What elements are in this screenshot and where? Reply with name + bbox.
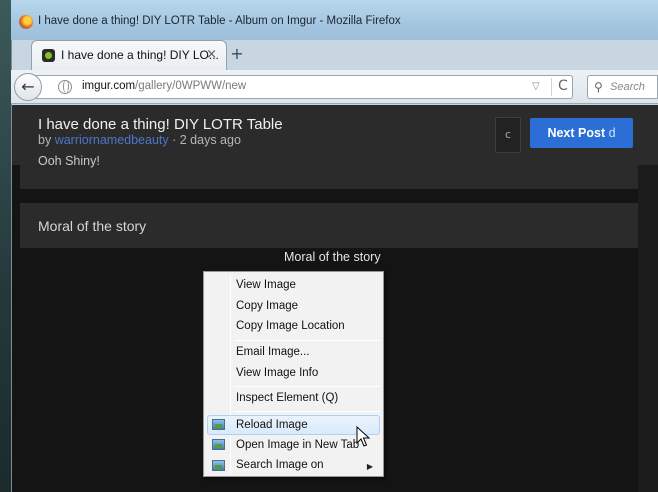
- menu-item-reload-image[interactable]: Reload Image: [236, 419, 308, 431]
- search-bar[interactable]: ⚲ Search: [587, 75, 658, 99]
- menu-item-open-image-new-tab[interactable]: Open Image in New Tab: [236, 439, 359, 451]
- image-icon: [212, 419, 225, 430]
- menu-item-inspect-element[interactable]: Inspect Element (Q): [236, 392, 338, 404]
- menu-item-view-image[interactable]: View Image: [236, 279, 296, 291]
- url-text[interactable]: imgur.com/gallery/0WPWW/new: [82, 80, 246, 92]
- url-host: imgur.com: [82, 80, 136, 92]
- post-title: I have done a thing! DIY LOTR Table: [38, 116, 283, 133]
- submenu-arrow-icon: ▶: [366, 462, 373, 471]
- url-path: /gallery/0WPWW/new: [135, 80, 247, 92]
- next-post-shortcut: d: [608, 126, 616, 140]
- imgur-favicon-icon: [42, 49, 55, 62]
- tab-imgur-album[interactable]: I have done a thing! DIY LO... ×: [31, 40, 227, 70]
- menu-icon-gutter: [230, 274, 231, 474]
- previous-description-block: [20, 165, 638, 189]
- previous-description-text: Ooh Shiny!: [38, 154, 100, 168]
- url-history-dropdown-icon[interactable]: ▽: [532, 81, 540, 92]
- image-icon: [212, 439, 225, 450]
- page-right-margin: [638, 165, 658, 492]
- comments-button[interactable]: c: [495, 117, 521, 153]
- menu-item-email-image[interactable]: Email Image...: [236, 346, 310, 358]
- menu-item-copy-image[interactable]: Copy Image: [236, 300, 298, 312]
- back-button[interactable]: ←: [14, 73, 42, 101]
- tab-label: I have done a thing! DIY LO...: [61, 48, 219, 62]
- menu-separator: [234, 411, 380, 412]
- next-post-button[interactable]: Next Post d: [530, 118, 633, 148]
- reload-button[interactable]: C: [558, 78, 568, 94]
- site-identity-globe-icon[interactable]: [58, 80, 72, 94]
- url-bar-divider: [551, 78, 552, 96]
- menu-separator: [234, 340, 380, 341]
- menu-separator: [234, 386, 380, 387]
- next-post-label: Next Post: [547, 126, 609, 140]
- image-title: Moral of the story: [38, 218, 147, 234]
- byline-prefix: by: [38, 133, 55, 147]
- window-titlebar[interactable]: I have done a thing! DIY LOTR Table - Al…: [11, 0, 658, 40]
- post-age: · 2 days ago: [168, 133, 241, 147]
- tab-close-icon[interactable]: ×: [206, 47, 217, 62]
- new-tab-button[interactable]: +: [227, 45, 247, 65]
- mouse-pointer-icon: [356, 426, 370, 447]
- firefox-logo-icon: [19, 15, 33, 29]
- author-link[interactable]: warriornamedbeauty: [55, 133, 169, 147]
- post-byline: by warriornamedbeauty · 2 days ago: [38, 133, 241, 147]
- search-icon: ⚲: [594, 80, 603, 94]
- window-title: I have done a thing! DIY LOTR Table - Al…: [38, 15, 401, 27]
- search-placeholder: Search: [610, 81, 645, 93]
- image-caption-text: Moral of the story: [284, 250, 381, 264]
- image-icon: [212, 460, 225, 471]
- menu-item-search-image-on[interactable]: Search Image on: [236, 459, 324, 471]
- menu-item-view-image-info[interactable]: View Image Info: [236, 367, 318, 379]
- menu-item-copy-image-location[interactable]: Copy Image Location: [236, 320, 345, 332]
